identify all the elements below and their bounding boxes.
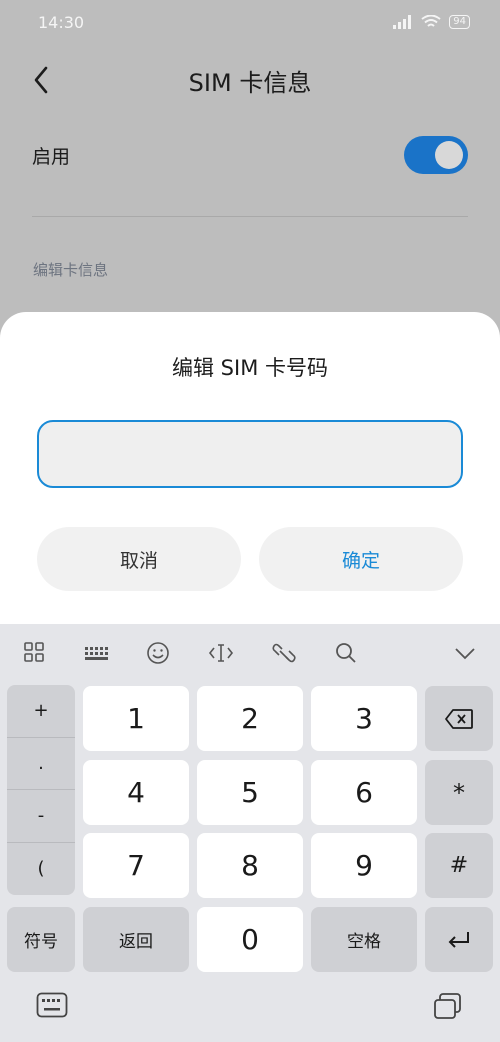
grid-icon[interactable]	[22, 640, 48, 666]
sim-number-input[interactable]	[37, 420, 463, 488]
enable-toggle[interactable]	[404, 136, 468, 174]
backspace-key[interactable]	[425, 686, 493, 751]
status-icons: 94	[393, 15, 470, 29]
side-symbol-column: + . - (	[7, 685, 75, 895]
keyboard: + . - ( 1 2 3 4 5 6 7 8 9 * # 符号 返回 0 空格	[0, 624, 500, 1042]
toggle-knob	[435, 141, 463, 169]
dot-key[interactable]: .	[7, 738, 75, 790]
emoji-icon[interactable]	[145, 640, 171, 666]
enable-label: 启用	[32, 145, 71, 168]
key-7[interactable]: 7	[83, 833, 189, 898]
star-key[interactable]: *	[425, 760, 493, 825]
plus-key[interactable]: +	[7, 685, 75, 738]
nav-bar: SIM 卡信息	[0, 50, 500, 110]
key-8[interactable]: 8	[197, 833, 303, 898]
key-6[interactable]: 6	[311, 760, 417, 825]
link-icon[interactable]	[271, 640, 297, 666]
section-label: 编辑卡信息	[33, 261, 109, 279]
wifi-icon	[421, 15, 441, 27]
edit-number-dialog: 编辑 SIM 卡号码 取消 确定	[0, 312, 500, 632]
back-arrow-icon[interactable]	[28, 64, 56, 96]
key-2[interactable]: 2	[197, 686, 303, 751]
key-0[interactable]: 0	[197, 907, 303, 972]
key-3[interactable]: 3	[311, 686, 417, 751]
enter-icon	[448, 931, 469, 948]
key-5[interactable]: 5	[197, 760, 303, 825]
paren-key[interactable]: (	[7, 843, 75, 896]
enter-key[interactable]	[425, 907, 493, 972]
key-1[interactable]: 1	[83, 686, 189, 751]
key-4[interactable]: 4	[83, 760, 189, 825]
back-key[interactable]: 返回	[83, 907, 189, 972]
signal-icon	[393, 15, 412, 29]
status-bar: 14:30 94	[0, 0, 500, 44]
collapse-keyboard-icon[interactable]	[452, 640, 478, 666]
keyboard-layout-icon[interactable]	[83, 640, 109, 666]
dialog-title: 编辑 SIM 卡号码	[172, 356, 328, 380]
divider	[32, 216, 468, 217]
clipboard-icon[interactable]	[433, 992, 463, 1020]
keyboard-bottom-bar	[0, 980, 500, 1042]
enable-row: 启用	[32, 128, 468, 182]
symbols-key[interactable]: 符号	[7, 907, 75, 972]
minus-key[interactable]: -	[7, 790, 75, 843]
battery-icon: 94	[449, 15, 470, 29]
hash-key[interactable]: #	[425, 833, 493, 898]
cancel-button[interactable]: 取消	[37, 527, 241, 591]
status-time: 14:30	[38, 12, 85, 32]
keyboard-toolbar	[0, 624, 500, 684]
search-icon[interactable]	[333, 640, 359, 666]
key-9[interactable]: 9	[311, 833, 417, 898]
backspace-icon	[445, 708, 473, 729]
cursor-move-icon[interactable]	[208, 640, 234, 666]
space-key[interactable]: 空格	[311, 907, 417, 972]
page-title: SIM 卡信息	[188, 68, 312, 97]
keyboard-switch-icon[interactable]	[36, 992, 68, 1018]
confirm-button[interactable]: 确定	[259, 527, 463, 591]
